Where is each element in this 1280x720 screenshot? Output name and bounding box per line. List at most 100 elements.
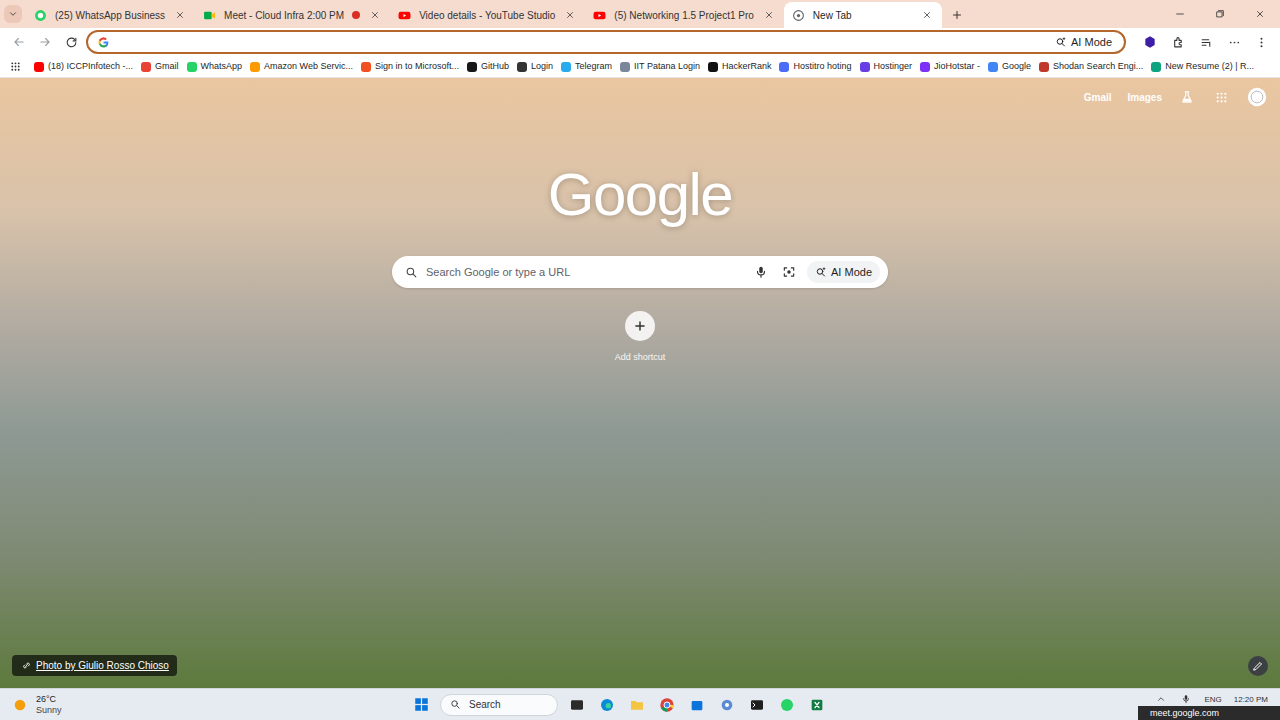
bookmark-item[interactable]: (18) ICCPInfotech -... [34,60,133,74]
tab-strip: (25) WhatsApp BusinessMeet - Cloud Infra… [0,0,1280,28]
bookmark-item[interactable]: Hostinger [860,60,913,74]
bookmark-item[interactable]: WhatsApp [187,60,243,74]
lens-icon[interactable] [779,262,799,282]
browser-tab[interactable]: (5) Networking 1.5 Project1 Pro [585,2,784,28]
photo-credit[interactable]: Photo by Giulio Rosso Chioso [12,655,177,676]
puzzle-icon[interactable] [1166,31,1190,53]
maximize-icon[interactable] [1200,0,1240,28]
taskbar-search-label: Search [469,697,501,712]
clock[interactable]: 12:20 PM [1234,694,1268,705]
browser-tab[interactable]: Video details - YouTube Studio [390,2,585,28]
bookmark-item[interactable]: Shodan Search Engi... [1039,60,1143,74]
bookmark-favicon-icon [187,62,197,72]
bookmark-item[interactable]: HackerRank [708,60,772,74]
bookmark-label: Login [531,60,553,74]
close-tab-icon[interactable] [563,8,577,22]
taskbar-search[interactable]: Search [440,694,558,716]
weather-widget[interactable]: 26°CSunny [0,694,410,716]
bookmark-favicon-icon [1151,62,1161,72]
tray-mic-icon[interactable] [1180,693,1192,705]
top-link[interactable]: Gmail [1084,90,1112,105]
bookmark-favicon-icon [141,62,151,72]
bookmark-item[interactable]: JioHotstar - [920,60,980,74]
whatsapp-app-icon[interactable] [776,694,798,716]
language-indicator[interactable]: ENG [1204,694,1221,705]
tab-favicon-icon [34,9,47,22]
edge-icon[interactable] [596,694,618,716]
tab-label: Video details - YouTube Studio [419,8,555,23]
close-tab-icon[interactable] [920,8,934,22]
url-tooltip: meet.google.com [1138,706,1280,720]
bookmark-label: New Resume (2) | R... [1165,60,1254,74]
google-apps-icon[interactable] [1212,88,1230,106]
bookmark-label: Google [1002,60,1031,74]
close-tab-icon[interactable] [762,8,776,22]
customize-pencil-icon[interactable] [1248,656,1268,676]
voice-search-icon[interactable] [751,262,771,282]
bookmark-item[interactable]: Amazon Web Servic... [250,60,353,74]
add-shortcut[interactable]: Add shortcut [615,311,666,365]
terminal-icon[interactable] [746,694,768,716]
bookmark-favicon-icon [517,62,527,72]
bookmark-item[interactable]: Telegram [561,60,612,74]
minimize-icon[interactable] [1160,0,1200,28]
bookmark-favicon-icon [620,62,630,72]
settings-icon[interactable] [716,694,738,716]
browser-tab[interactable]: (25) WhatsApp Business [26,2,195,28]
search-box[interactable]: AI Mode [392,256,888,288]
more-icon[interactable] [1222,31,1246,53]
extension-icon[interactable] [1138,31,1162,53]
bookmark-item[interactable]: Login [517,60,553,74]
task-view-icon[interactable] [566,694,588,716]
add-shortcut-label: Add shortcut [615,351,666,365]
tray-chevron-icon[interactable] [1154,693,1168,705]
tab-search-icon[interactable] [4,5,22,23]
bookmark-label: GitHub [481,60,509,74]
bookmark-favicon-icon [467,62,477,72]
forward-icon[interactable] [34,31,56,53]
ai-mode-chip[interactable]: AI Mode [807,261,880,284]
address-bar[interactable]: AI Mode [86,30,1126,54]
media-icon[interactable] [1194,31,1218,53]
close-tab-icon[interactable] [368,8,382,22]
bookmarks-bar: (18) ICCPInfotech -... Gmail WhatsApp Amazo… [0,56,1280,78]
bookmark-favicon-icon [988,62,998,72]
bookmark-favicon-icon [779,62,789,72]
search-input[interactable] [426,264,743,281]
address-input[interactable] [118,33,1047,51]
windows-start-icon[interactable] [410,694,432,716]
store-icon[interactable] [686,694,708,716]
bookmark-item[interactable]: Hostitro hoting [779,60,851,74]
account-avatar-icon[interactable] [1246,86,1268,108]
top-link[interactable]: Images [1128,90,1162,105]
window-controls [1160,0,1280,28]
new-tab-icon[interactable] [946,4,968,26]
bookmark-item[interactable]: Google [988,60,1031,74]
taskbar: 26°CSunny Search ENG 12:20 PMmeet.google.co… [0,688,1280,720]
ai-mode-button[interactable]: AI Mode [1055,34,1116,51]
browser-tab[interactable]: New Tab [784,2,942,28]
bookmark-item[interactable]: Sign in to Microsoft... [361,60,459,74]
bookmark-label: Sign in to Microsoft... [375,60,459,74]
bookmark-favicon-icon [708,62,718,72]
excel-icon[interactable] [806,694,828,716]
bookmark-label: IIT Patana Login [634,60,700,74]
recording-indicator [352,11,360,19]
close-tab-icon[interactable] [173,8,187,22]
labs-icon[interactable] [1178,88,1196,106]
close-window-icon[interactable] [1240,0,1280,28]
apps-icon[interactable] [8,60,22,74]
reload-icon[interactable] [60,31,82,53]
bookmark-item[interactable]: IIT Patana Login [620,60,700,74]
tab-favicon-icon [792,9,805,22]
menu-icon[interactable] [1250,31,1272,53]
bookmark-item[interactable]: Gmail [141,60,179,74]
chrome-icon[interactable] [656,694,678,716]
tab-favicon-icon [203,9,216,22]
ai-search-icon [815,266,827,278]
file-explorer-icon[interactable] [626,694,648,716]
browser-tab[interactable]: Meet - Cloud Infra 2:00 PM [195,2,390,28]
bookmark-item[interactable]: GitHub [467,60,509,74]
back-icon[interactable] [8,31,30,53]
bookmark-item[interactable]: New Resume (2) | R... [1151,60,1254,74]
